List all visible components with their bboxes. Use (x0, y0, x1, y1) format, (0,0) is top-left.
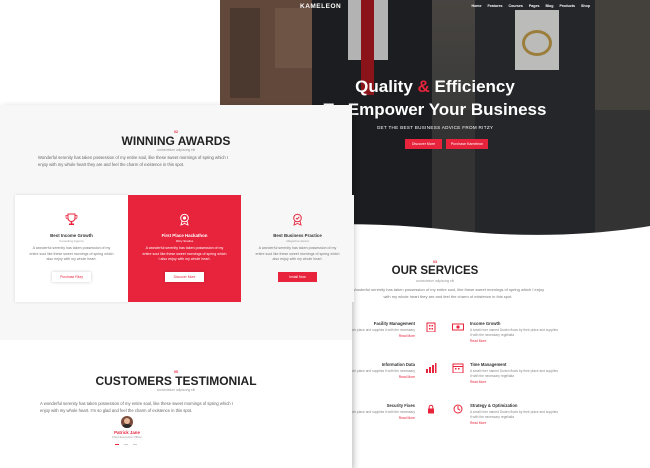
top-navigation: KAMELEON Home Features Courses Pages Blo… (220, 0, 650, 14)
testimonial-section: 05 CUSTOMERS TESTIMONIAL consectetuer ad… (0, 340, 352, 468)
purchase-button[interactable]: Purchase Kameleon (446, 139, 488, 149)
awards-description: Wonderful serenity has taken possession … (38, 155, 229, 167)
awards-tagline: consectetuer adipiscing elit (156, 148, 196, 152)
medal-icon (180, 213, 189, 226)
read-more-link[interactable]: Read More (470, 380, 560, 384)
nav-menu: Home Features Courses Pages Blog Product… (471, 4, 590, 8)
nav-link-blog[interactable]: Blog (545, 4, 553, 8)
strategy-icon (453, 404, 463, 414)
read-more-link[interactable]: Read More (470, 421, 560, 425)
award-card-income-growth: Best Income Growth Consulting Agency A w… (15, 195, 128, 302)
awards-section: 02 WINNING AWARDS consectetuer adipiscin… (0, 105, 354, 468)
hero-title: Quality & Efficiency (355, 77, 515, 96)
carousel-dot[interactable] (133, 444, 137, 446)
carousel-dots (115, 444, 137, 446)
money-icon (452, 323, 464, 331)
award-card-hackathon: First Place Hackathon Ritzy Studios A wo… (128, 195, 241, 302)
trophy-icon (65, 213, 78, 225)
purchase-ritzy-button[interactable]: Purchase Ritzy (52, 272, 91, 282)
carousel-dot[interactable] (124, 444, 128, 446)
nav-link-courses[interactable]: Courses (508, 4, 522, 8)
testimonial-author-role: Chief Executive Officer (111, 435, 143, 439)
badge-icon (293, 213, 302, 226)
testimonial-title: CUSTOMERS TESTIMONIAL (95, 374, 257, 388)
services-description: Wonderful serenity has taken possession … (351, 287, 545, 299)
service-time-management: Time Management A small river named Dude… (470, 362, 560, 384)
building-icon (426, 322, 436, 332)
discover-more-button[interactable]: Discover More (165, 272, 204, 282)
read-more-link[interactable]: Read More (470, 339, 560, 343)
service-income-growth: Income Growth A small river named Duden … (470, 321, 560, 343)
testimonial-tagline: consectetuer adipiscing elit (156, 388, 196, 392)
nav-link-products[interactable]: Products (559, 4, 575, 8)
service-strategy-optimization: Strategy & Optimization A small river na… (470, 403, 560, 425)
avatar (121, 416, 133, 428)
carousel-dot[interactable] (115, 444, 119, 446)
nav-link-pages[interactable]: Pages (529, 4, 540, 8)
logo-text: KAMELEON (300, 3, 342, 10)
discover-more-button[interactable]: Discover More (405, 139, 442, 149)
calendar-icon (452, 363, 464, 373)
site-logo[interactable]: KAMELEON (300, 3, 341, 10)
testimonial-quote: A wonderful serenity has taken possessio… (40, 401, 233, 413)
award-card-business-practice: Best Business Practice Magazine Award A … (241, 195, 354, 302)
lock-icon (428, 404, 434, 414)
awards-title: WINNING AWARDS (121, 134, 231, 148)
nav-link-shop[interactable]: Shop (581, 4, 590, 8)
chart-icon (426, 363, 437, 373)
nav-link-home[interactable]: Home (471, 4, 481, 8)
nav-link-features[interactable]: Features (487, 4, 502, 8)
install-now-button[interactable]: Install Now (278, 272, 317, 282)
